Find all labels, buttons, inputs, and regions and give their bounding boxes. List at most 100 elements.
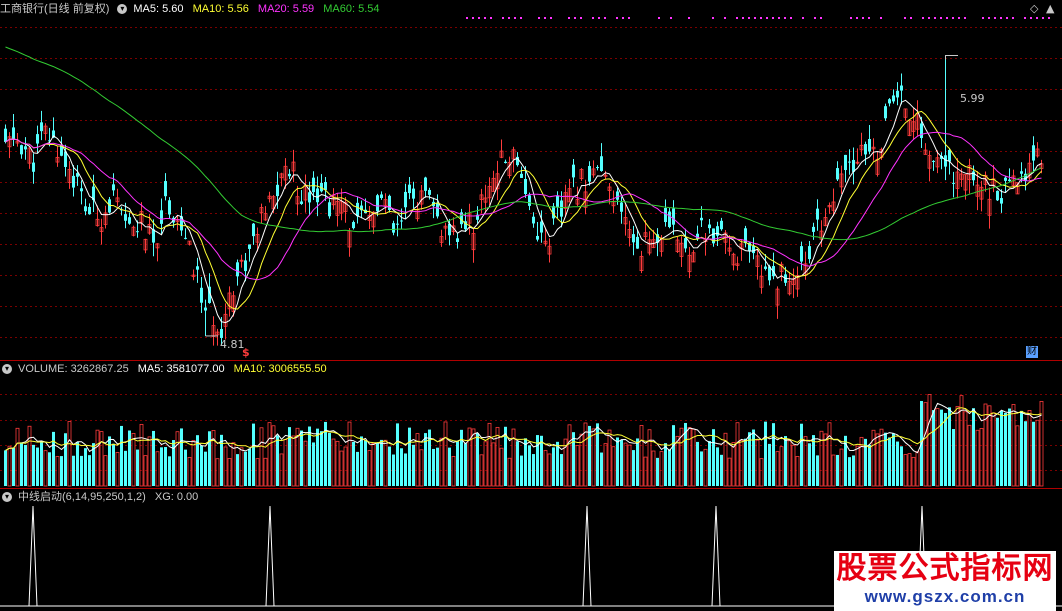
volume-bar bbox=[944, 412, 947, 486]
signal-dot bbox=[934, 17, 936, 19]
volume-bar bbox=[588, 425, 591, 486]
volume-bar bbox=[795, 456, 800, 487]
volume-bar bbox=[303, 440, 308, 487]
volume-bar bbox=[896, 441, 899, 486]
signal-dot bbox=[778, 17, 780, 19]
candle-body bbox=[12, 127, 15, 139]
chevron-down-icon[interactable]: ▾ bbox=[2, 492, 12, 503]
candle-body bbox=[300, 201, 303, 204]
volume-bar bbox=[852, 455, 855, 486]
volume-bar bbox=[1024, 421, 1027, 486]
volume-bar bbox=[524, 438, 527, 486]
candle-body bbox=[700, 217, 703, 221]
volume-bar bbox=[476, 433, 479, 486]
ma20-line bbox=[5, 131, 1042, 281]
signal-dot bbox=[508, 17, 510, 19]
volume-bar bbox=[556, 441, 559, 486]
candle-body bbox=[4, 128, 7, 142]
candle-body bbox=[864, 144, 867, 155]
volume-bar bbox=[532, 454, 535, 486]
volume-bar bbox=[367, 450, 372, 487]
ma10-line bbox=[5, 110, 1042, 310]
volume-bar bbox=[115, 452, 120, 487]
candle-body bbox=[168, 200, 171, 215]
diamond-icon[interactable]: ◇ bbox=[1030, 2, 1038, 15]
ma20-value: MA20: 5.59 bbox=[257, 3, 315, 15]
candle-body bbox=[536, 235, 539, 240]
volume-bar bbox=[787, 440, 792, 487]
volume-bar bbox=[244, 451, 247, 486]
volume-bar bbox=[335, 440, 340, 487]
volume-bar bbox=[764, 421, 767, 486]
chevron-down-icon[interactable]: ▾ bbox=[117, 4, 128, 15]
candle-body bbox=[888, 99, 891, 104]
high-price-label: 5.99 bbox=[960, 92, 985, 105]
candle-body bbox=[972, 171, 975, 181]
signal-dot bbox=[514, 17, 516, 19]
volume-bar bbox=[308, 426, 311, 486]
candle-body bbox=[920, 123, 923, 139]
volume-bar bbox=[591, 428, 596, 487]
volume-bar bbox=[400, 448, 403, 486]
candle-body bbox=[896, 90, 899, 98]
volume-pane-header: ▾ VOLUME: 3262867.25 MA5: 3581077.00 MA10… bbox=[0, 361, 333, 377]
chevron-down-icon[interactable]: ▾ bbox=[2, 364, 12, 375]
volume-bar bbox=[200, 445, 203, 486]
volume-bar bbox=[7, 445, 12, 487]
volume-bar bbox=[464, 443, 467, 486]
ma5-value: MA5: 5.60 bbox=[133, 3, 184, 15]
volume-bar bbox=[932, 410, 935, 486]
volume-bar bbox=[739, 440, 744, 487]
volume-bar bbox=[632, 450, 635, 486]
kline-chart[interactable] bbox=[0, 0, 1062, 611]
indicator-spike-0 bbox=[28, 505, 38, 607]
volume-bar bbox=[419, 449, 424, 487]
volume-bar bbox=[700, 451, 703, 486]
volume-bar bbox=[816, 455, 819, 486]
signal-dot bbox=[982, 17, 984, 19]
candle-body bbox=[20, 145, 23, 155]
volume-bar bbox=[516, 441, 519, 486]
signal-dot bbox=[712, 17, 714, 19]
signal-dot bbox=[742, 17, 744, 19]
candle-body bbox=[632, 234, 635, 243]
candle-body bbox=[244, 260, 247, 272]
volume-bar bbox=[647, 429, 652, 487]
volume-bar bbox=[448, 447, 451, 486]
candle-body bbox=[312, 177, 315, 193]
volume-bar bbox=[328, 432, 331, 486]
volume-bar bbox=[668, 449, 671, 486]
candle-body bbox=[288, 173, 291, 177]
signal-dot bbox=[1048, 17, 1050, 19]
volume-bar bbox=[4, 450, 7, 486]
candle-body bbox=[952, 182, 955, 184]
volume-bar bbox=[636, 438, 639, 486]
volume-bar bbox=[779, 446, 784, 487]
volume-bar bbox=[383, 439, 388, 487]
volume-bar bbox=[120, 425, 123, 486]
finance-marker[interactable]: 财 bbox=[1026, 346, 1038, 358]
candle-body bbox=[1000, 198, 1003, 204]
volume-bar bbox=[639, 425, 644, 487]
signal-dot bbox=[1030, 17, 1032, 19]
volume-bar bbox=[923, 402, 928, 487]
volume-bar bbox=[40, 441, 43, 486]
dollar-marker[interactable]: $ bbox=[242, 346, 250, 359]
candle-body bbox=[316, 188, 319, 203]
volume-bar bbox=[560, 454, 563, 486]
volume-bar bbox=[520, 455, 523, 486]
candle-body bbox=[812, 226, 815, 232]
signal-dot bbox=[1012, 17, 1014, 19]
up-arrow-icon[interactable]: ▲ bbox=[1046, 2, 1054, 15]
volume-bar bbox=[696, 441, 699, 486]
signal-dot bbox=[922, 17, 924, 19]
volume-bar bbox=[672, 425, 675, 486]
price-pane-header: 工商银行(日线 前复权) ▾ MA5: 5.60 MA10: 5.56 MA20: … bbox=[0, 1, 386, 17]
volume-bar bbox=[80, 455, 83, 486]
volume-bar bbox=[627, 444, 632, 487]
signal-dot bbox=[580, 17, 582, 19]
candle-body bbox=[1032, 145, 1035, 161]
volume-bar bbox=[364, 440, 367, 486]
volume-bar bbox=[108, 436, 111, 486]
signal-dot bbox=[964, 17, 966, 19]
